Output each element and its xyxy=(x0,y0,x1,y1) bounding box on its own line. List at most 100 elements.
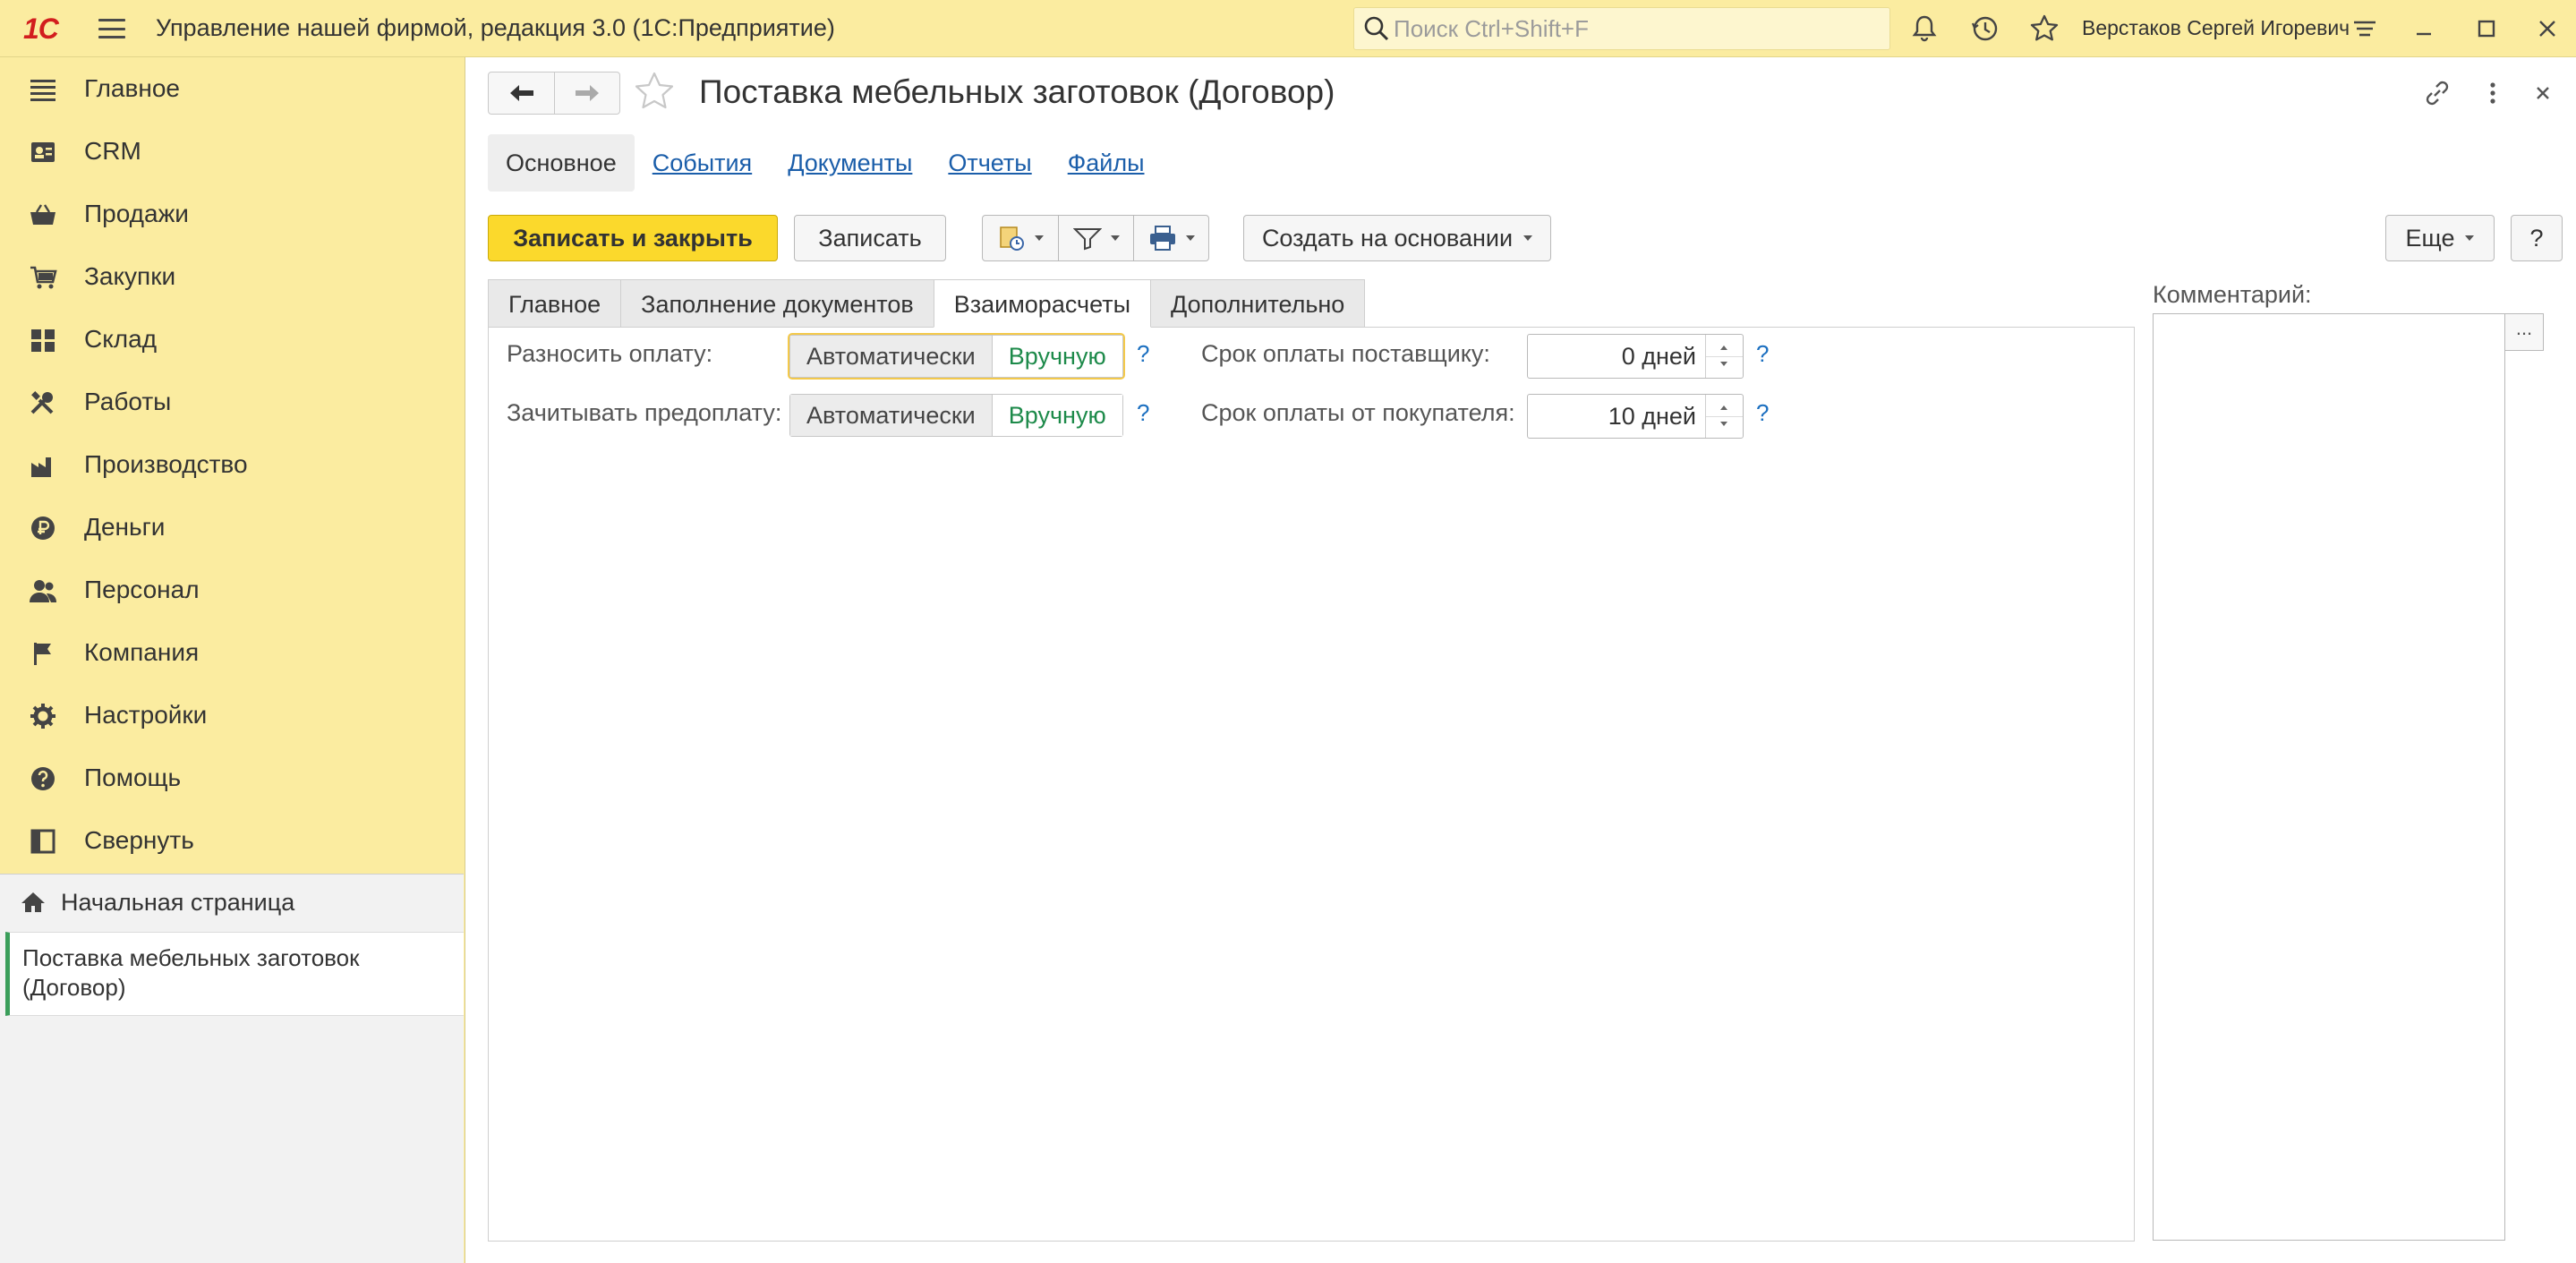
global-search-input[interactable]: Поиск Ctrl+Shift+F xyxy=(1353,7,1890,50)
settings-menu-icon[interactable] xyxy=(2349,13,2381,45)
spin-down-icon[interactable] xyxy=(1720,422,1727,426)
settlements-tab-panel: Разносить оплату: Автоматически Вручную … xyxy=(488,327,2135,1242)
collapse-icon xyxy=(30,829,55,854)
customer-term-value[interactable]: 10 дней xyxy=(1528,395,1705,438)
linked-documents-button[interactable] xyxy=(983,216,1058,260)
payment-allocation-switch: Автоматически Вручную xyxy=(789,335,1123,378)
spin-up-icon[interactable] xyxy=(1720,405,1727,410)
dropdown-caret xyxy=(1523,235,1533,241)
flag-icon xyxy=(34,643,51,665)
supplier-term-help[interactable]: ? xyxy=(1756,340,1769,368)
customer-term-label: Срок оплаты от покупателя: xyxy=(1201,399,1515,426)
supplier-term-value[interactable]: 0 дней xyxy=(1528,335,1705,378)
dropdown-caret xyxy=(1185,235,1195,241)
payment-allocation-manual-option[interactable]: Вручную xyxy=(991,336,1122,377)
add-to-favorites-icon[interactable] xyxy=(633,70,676,113)
sidebar-item-label: CRM xyxy=(84,137,141,165)
tools-icon xyxy=(30,391,54,414)
contacts-icon xyxy=(31,142,55,162)
help-button[interactable]: ? xyxy=(2511,215,2563,261)
sidebar-item-production[interactable]: Производство xyxy=(0,433,464,496)
comment-open-editor-button[interactable]: ... xyxy=(2504,313,2544,351)
open-window-item[interactable]: Поставка мебельных заготовок (Договор) xyxy=(5,932,464,1016)
section-tab-main[interactable]: Основное xyxy=(488,134,635,192)
section-tab-events[interactable]: События xyxy=(635,134,770,192)
supplier-term-spinner[interactable] xyxy=(1705,335,1743,378)
save-button[interactable]: Записать xyxy=(794,215,946,261)
current-user-name[interactable]: Верстаков Сергей Игоревич xyxy=(2082,16,2350,40)
sidebar-item-personnel[interactable]: Персонал xyxy=(0,559,464,621)
sidebar-item-money[interactable]: Деньги xyxy=(0,496,464,559)
sidebar-item-purchases[interactable]: Закупки xyxy=(0,245,464,308)
main-menu-button[interactable] xyxy=(97,16,127,41)
sidebar-item-works[interactable]: Работы xyxy=(0,371,464,433)
sidebar-item-label: Работы xyxy=(84,388,172,415)
page-tab-main[interactable]: Главное xyxy=(488,279,622,328)
page-tab-settlements[interactable]: Взаиморасчеты xyxy=(933,279,1151,328)
maximize-icon[interactable] xyxy=(2470,13,2503,45)
sidebar-item-label: Свернуть xyxy=(84,826,194,854)
factory-icon xyxy=(31,457,51,477)
section-tab-documents[interactable]: Документы xyxy=(770,134,930,192)
ruble-icon xyxy=(31,516,55,540)
create-based-on-button[interactable]: Создать на основании xyxy=(1243,215,1551,261)
prepayment-offset-help[interactable]: ? xyxy=(1137,399,1149,427)
home-page-link[interactable]: Начальная страница xyxy=(0,875,464,930)
forward-button[interactable] xyxy=(554,73,619,114)
page-tab-additional[interactable]: Дополнительно xyxy=(1150,279,1366,328)
sidebar-item-settings[interactable]: Настройки xyxy=(0,684,464,747)
customer-term-help[interactable]: ? xyxy=(1756,399,1769,427)
filter-button[interactable] xyxy=(1058,216,1133,260)
create-based-on-label: Создать на основании xyxy=(1261,224,1514,252)
sidebar-item-main[interactable]: Главное xyxy=(0,57,464,120)
spin-up-icon[interactable] xyxy=(1720,346,1727,350)
home-icon xyxy=(21,892,45,912)
print-button[interactable] xyxy=(1133,216,1208,260)
history-icon[interactable] xyxy=(1969,13,2001,45)
gear-icon xyxy=(30,704,55,729)
link-icon[interactable] xyxy=(2419,75,2455,111)
customer-term-field[interactable]: 10 дней xyxy=(1527,394,1744,439)
sidebar-item-label: Склад xyxy=(84,325,158,353)
form-sections-nav: Основное События Документы Отчеты Файлы xyxy=(488,134,1163,192)
minimize-icon[interactable] xyxy=(2408,13,2440,45)
spin-down-icon[interactable] xyxy=(1720,362,1727,366)
sidebar-item-crm[interactable]: CRM xyxy=(0,120,464,183)
supplier-term-field[interactable]: 0 дней xyxy=(1527,334,1744,379)
sidebar-item-warehouse[interactable]: Склад xyxy=(0,308,464,371)
notifications-bell-icon[interactable] xyxy=(1908,13,1941,45)
back-button[interactable] xyxy=(489,73,554,114)
save-and-close-button[interactable]: Записать и закрыть xyxy=(488,215,778,261)
printer-icon xyxy=(1149,226,1175,251)
prepayment-offset-label: Зачитывать предоплату: xyxy=(507,399,782,426)
sidebar-item-sales[interactable]: Продажи xyxy=(0,183,464,245)
close-window-icon[interactable] xyxy=(2531,13,2563,45)
customer-term-spinner[interactable] xyxy=(1705,395,1743,438)
comment-textarea[interactable] xyxy=(2153,313,2505,1241)
grid-icon xyxy=(31,329,55,352)
sidebar-item-help[interactable]: Помощь xyxy=(0,747,464,809)
sidebar-item-collapse[interactable]: Свернуть xyxy=(0,809,464,872)
prepayment-offset-manual-option[interactable]: Вручную xyxy=(991,395,1122,436)
sidebar-item-company[interactable]: Компания xyxy=(0,621,464,684)
favorites-star-icon[interactable] xyxy=(2028,13,2060,45)
sidebar-item-label: Главное xyxy=(84,74,180,102)
more-button[interactable]: Еще xyxy=(2385,215,2495,261)
prepayment-offset-auto-option[interactable]: Автоматически xyxy=(790,395,992,436)
close-form-icon[interactable] xyxy=(2525,75,2561,111)
more-actions-icon[interactable] xyxy=(2475,75,2511,111)
page-tabs: Главное Заполнение документов Взаиморасч… xyxy=(488,279,1366,328)
arrow-left-icon xyxy=(509,85,533,101)
form-title: Поставка мебельных заготовок (Договор) xyxy=(699,73,1335,110)
dropdown-caret xyxy=(1035,235,1044,241)
section-tab-files[interactable]: Файлы xyxy=(1050,134,1163,192)
prepayment-offset-switch: Автоматически Вручную xyxy=(789,394,1123,437)
sidebar-item-label: Помощь xyxy=(84,764,182,791)
page-tab-document-filling[interactable]: Заполнение документов xyxy=(620,279,934,328)
payment-allocation-auto-option[interactable]: Автоматически xyxy=(790,336,992,377)
spin-divider xyxy=(1706,416,1743,417)
arrow-right-icon xyxy=(576,85,599,101)
payment-allocation-help[interactable]: ? xyxy=(1137,340,1149,368)
search-icon xyxy=(1364,16,1389,41)
section-tab-reports[interactable]: Отчеты xyxy=(930,134,1049,192)
